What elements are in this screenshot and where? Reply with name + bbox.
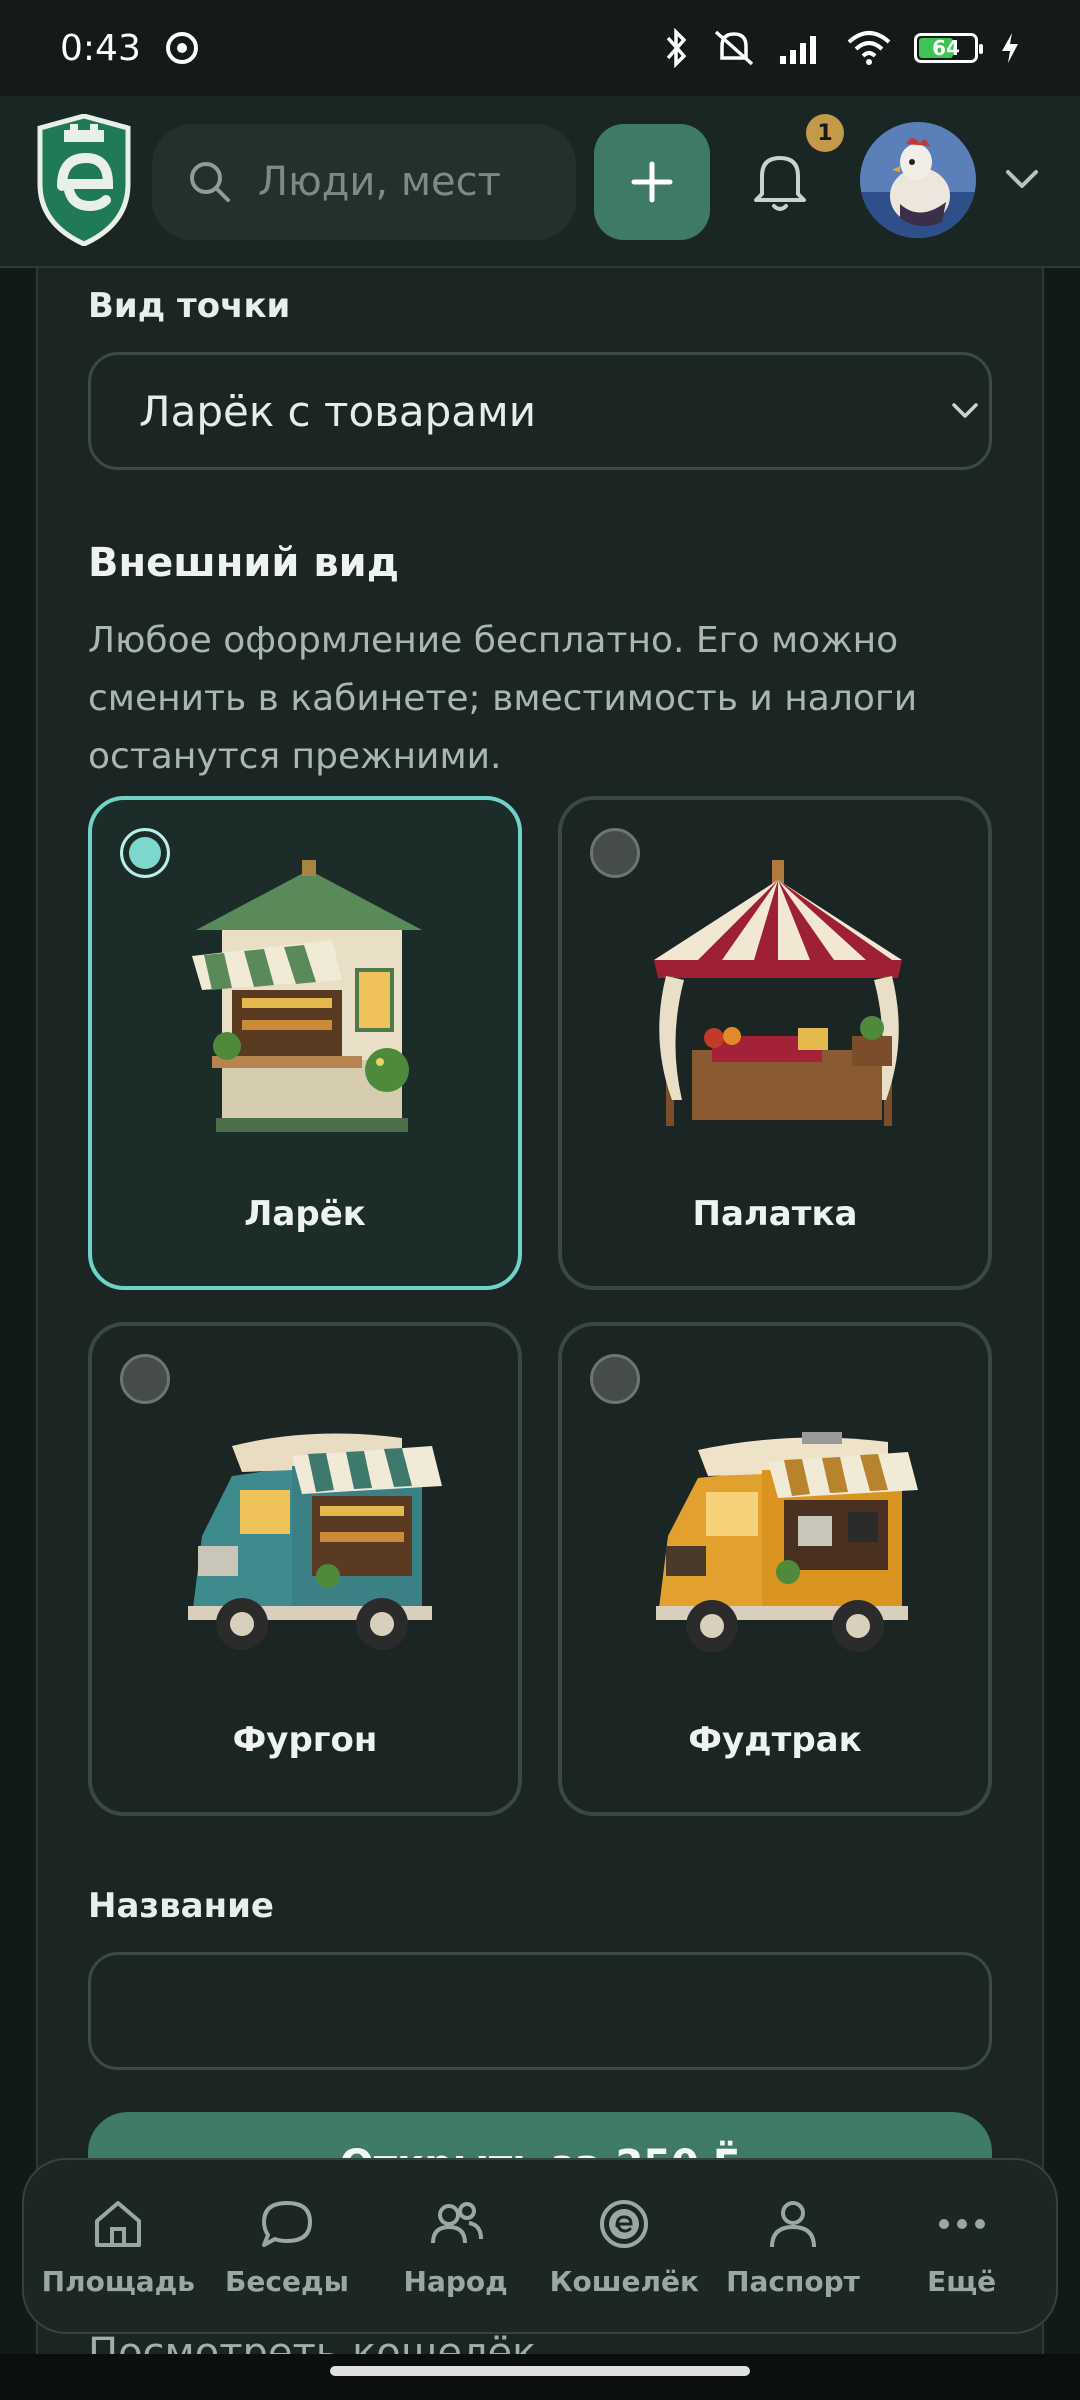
chevron-down-icon bbox=[952, 403, 978, 418]
type-select-value: Ларёк с товарами bbox=[139, 386, 537, 436]
people-icon bbox=[430, 2201, 483, 2243]
type-select[interactable]: Ларёк с товарами bbox=[88, 352, 992, 470]
van-image bbox=[188, 1433, 442, 1650]
nav-label: Народ bbox=[403, 2264, 508, 2298]
option-label: Фудтрак bbox=[688, 1720, 862, 1760]
nav-item-square[interactable]: Площадь bbox=[36, 2195, 200, 2298]
appearance-title: Внешний вид bbox=[88, 540, 399, 586]
chat-icon bbox=[261, 2200, 312, 2247]
nav-item-people[interactable]: Народ bbox=[374, 2195, 538, 2298]
gesture-bar[interactable] bbox=[330, 2366, 750, 2376]
nav-item-more[interactable]: Ещё bbox=[880, 2195, 1044, 2298]
mute-icon bbox=[714, 30, 754, 66]
nav-label: Беседы bbox=[225, 2264, 349, 2298]
nav-label: Кошелёк bbox=[549, 2264, 699, 2298]
option-foodtruck[interactable]: Фудтрак bbox=[558, 1322, 992, 1816]
avatar-image bbox=[860, 122, 976, 238]
nav-item-wallet[interactable]: Кошелёк bbox=[542, 2195, 706, 2298]
status-bar: 0:43 64 bbox=[0, 0, 1080, 96]
option-label: Ларёк bbox=[244, 1194, 366, 1234]
option-label: Палатка bbox=[692, 1194, 858, 1234]
system-nav-area bbox=[0, 2354, 1080, 2400]
wallet-coin-icon bbox=[600, 2199, 649, 2248]
chrome-icon bbox=[165, 32, 198, 64]
plus-icon bbox=[631, 161, 673, 203]
battery-level: 64 bbox=[932, 36, 960, 60]
app-header: Люди, мест 1 bbox=[0, 96, 1080, 268]
search-placeholder: Люди, мест bbox=[258, 159, 501, 205]
person-icon bbox=[769, 2200, 816, 2247]
app-screen: 0:43 64 Люди, мест 1 Вид точки Ларёк с т… bbox=[0, 0, 1080, 2400]
nav-label: Ещё bbox=[927, 2264, 997, 2298]
create-point-form: Вид точки Ларёк с товарами Внешний вид Л… bbox=[36, 268, 1044, 2400]
nav-label: Площадь bbox=[41, 2264, 195, 2298]
battery-indicator: 64 bbox=[914, 33, 983, 63]
avatar[interactable] bbox=[860, 122, 976, 238]
kiosk-image bbox=[192, 860, 422, 1132]
type-label: Вид точки bbox=[88, 286, 291, 326]
notification-badge: 1 bbox=[806, 114, 844, 152]
appearance-description: Любое оформление бесплатно. Его можно см… bbox=[88, 620, 918, 777]
nav-item-chats[interactable]: Беседы bbox=[205, 2195, 369, 2298]
signal-icon bbox=[780, 36, 816, 64]
option-kiosk[interactable]: Ларёк bbox=[88, 796, 522, 1290]
option-label: Фургон bbox=[232, 1720, 378, 1760]
logo-icon[interactable] bbox=[34, 114, 134, 246]
foodtruck-image bbox=[656, 1432, 918, 1652]
name-input[interactable] bbox=[88, 1952, 992, 2070]
chevron-down-icon[interactable] bbox=[1004, 168, 1040, 192]
option-tent[interactable]: Палатка bbox=[558, 796, 992, 1290]
option-van[interactable]: Фургон bbox=[88, 1322, 522, 1816]
add-button[interactable] bbox=[594, 124, 710, 240]
wifi-icon bbox=[847, 31, 891, 65]
name-label: Название bbox=[88, 1886, 274, 1926]
search-input[interactable]: Люди, мест bbox=[152, 124, 576, 240]
nav-label: Паспорт bbox=[726, 2264, 860, 2298]
bottom-navigation: Площадь Беседы Народ Кошелёк Паспорт Ещё bbox=[22, 2158, 1058, 2334]
clock: 0:43 bbox=[60, 27, 141, 69]
tent-image bbox=[654, 860, 902, 1126]
home-icon bbox=[95, 2200, 142, 2247]
bell-icon[interactable] bbox=[752, 148, 808, 214]
bluetooth-icon bbox=[666, 28, 687, 68]
search-icon bbox=[190, 162, 230, 202]
more-icon bbox=[938, 2218, 985, 2229]
charging-icon bbox=[1002, 33, 1018, 63]
nav-item-passport[interactable]: Паспорт bbox=[711, 2195, 875, 2298]
